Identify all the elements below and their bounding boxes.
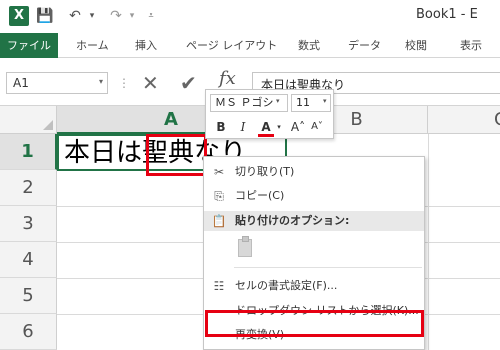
row-header-2[interactable]: 2 [0, 170, 57, 206]
undo-icon[interactable]: ↶ [66, 6, 84, 26]
row-header-1[interactable]: 1 [0, 134, 57, 170]
name-box[interactable]: A1 ▾ [6, 72, 108, 94]
menu-item-cut[interactable]: ✂ 切り取り(T) [204, 161, 424, 183]
menu-item-copy[interactable]: ⎘ コピー(C) [204, 185, 424, 207]
cancel-icon[interactable]: ✕ [142, 72, 159, 94]
row-header-6[interactable]: 6 [0, 314, 57, 350]
redo-icon[interactable]: ↷ [107, 6, 125, 26]
italic-button[interactable]: I [236, 118, 250, 136]
menu-item-label: セルの書式設定(F)... [235, 279, 338, 292]
grow-font-button[interactable]: A˄ [290, 118, 306, 136]
menu-separator [234, 267, 422, 268]
clipboard-icon: 📋 [211, 214, 227, 228]
tab-formulas[interactable]: 数式 [298, 33, 320, 58]
bold-button[interactable]: B [214, 118, 228, 136]
menu-item-format-cells[interactable]: ☷ セルの書式設定(F)... [204, 275, 424, 297]
formula-bar-separator: ⋮ [118, 76, 130, 90]
tab-file[interactable]: ファイル [0, 33, 58, 58]
excel-logo-icon: X [9, 6, 29, 26]
window-title: Book1 - E [416, 7, 478, 22]
paste-options-header: 📋 貼り付けのオプション: [204, 211, 424, 231]
grid-line [428, 134, 429, 350]
tab-data[interactable]: データ [348, 33, 381, 58]
font-color-dropdown-icon[interactable]: ▾ [275, 118, 283, 136]
tab-home[interactable]: ホーム [76, 33, 109, 58]
font-name-dropdown-icon[interactable]: ▾ [276, 97, 280, 105]
customize-qat-icon[interactable]: ⩡ [144, 6, 158, 26]
scissors-icon: ✂ [213, 165, 225, 179]
title-bar: X 💾 ↶ ▾ ↷ ▾ ⩡ Book1 - E [0, 0, 500, 33]
tab-review[interactable]: 校閲 [405, 33, 427, 58]
undo-dropdown-icon[interactable]: ▾ [87, 6, 97, 26]
ribbon-tabs: ファイル ホーム 挿入 ページ レイアウト 数式 データ 校閲 表示 [0, 33, 500, 58]
name-box-dropdown-icon[interactable]: ▾ [99, 77, 103, 86]
tab-view[interactable]: 表示 [460, 33, 482, 58]
selected-text-highlight [146, 134, 207, 176]
name-box-value: A1 [13, 76, 29, 90]
shrink-font-button[interactable]: A˅ [310, 118, 324, 136]
font-color-swatch [258, 134, 274, 137]
enter-icon[interactable]: ✔ [180, 72, 197, 94]
paste-option-button[interactable] [235, 235, 257, 261]
format-cells-icon: ☷ [213, 279, 225, 293]
row-header-5[interactable]: 5 [0, 278, 57, 314]
mini-toolbar: ＭＳ Ｐゴシ ▾ 11 ▾ B I A ▾ A˄ A˅ [205, 89, 334, 139]
insert-function-icon[interactable]: fx [219, 68, 236, 89]
copy-icon: ⎘ [214, 189, 224, 203]
redo-dropdown-icon[interactable]: ▾ [127, 6, 137, 26]
reconvert-highlight-box [205, 310, 424, 337]
paste-options-label: 貼り付けのオプション: [235, 214, 350, 227]
tab-page-layout[interactable]: ページ レイアウト [186, 33, 277, 58]
row-header-4[interactable]: 4 [0, 242, 57, 278]
row-header-3[interactable]: 3 [0, 206, 57, 242]
save-icon[interactable]: 💾 [36, 6, 54, 26]
tab-insert[interactable]: 挿入 [135, 33, 157, 58]
column-header-c[interactable]: C [428, 106, 500, 134]
menu-item-label: コピー(C) [235, 189, 285, 202]
paste-clip-icon [242, 236, 249, 242]
select-all-triangle-icon [43, 120, 53, 130]
font-size-dropdown-icon[interactable]: ▾ [323, 97, 327, 105]
menu-item-label: 切り取り(T) [235, 165, 295, 178]
select-all-corner[interactable] [0, 106, 57, 134]
